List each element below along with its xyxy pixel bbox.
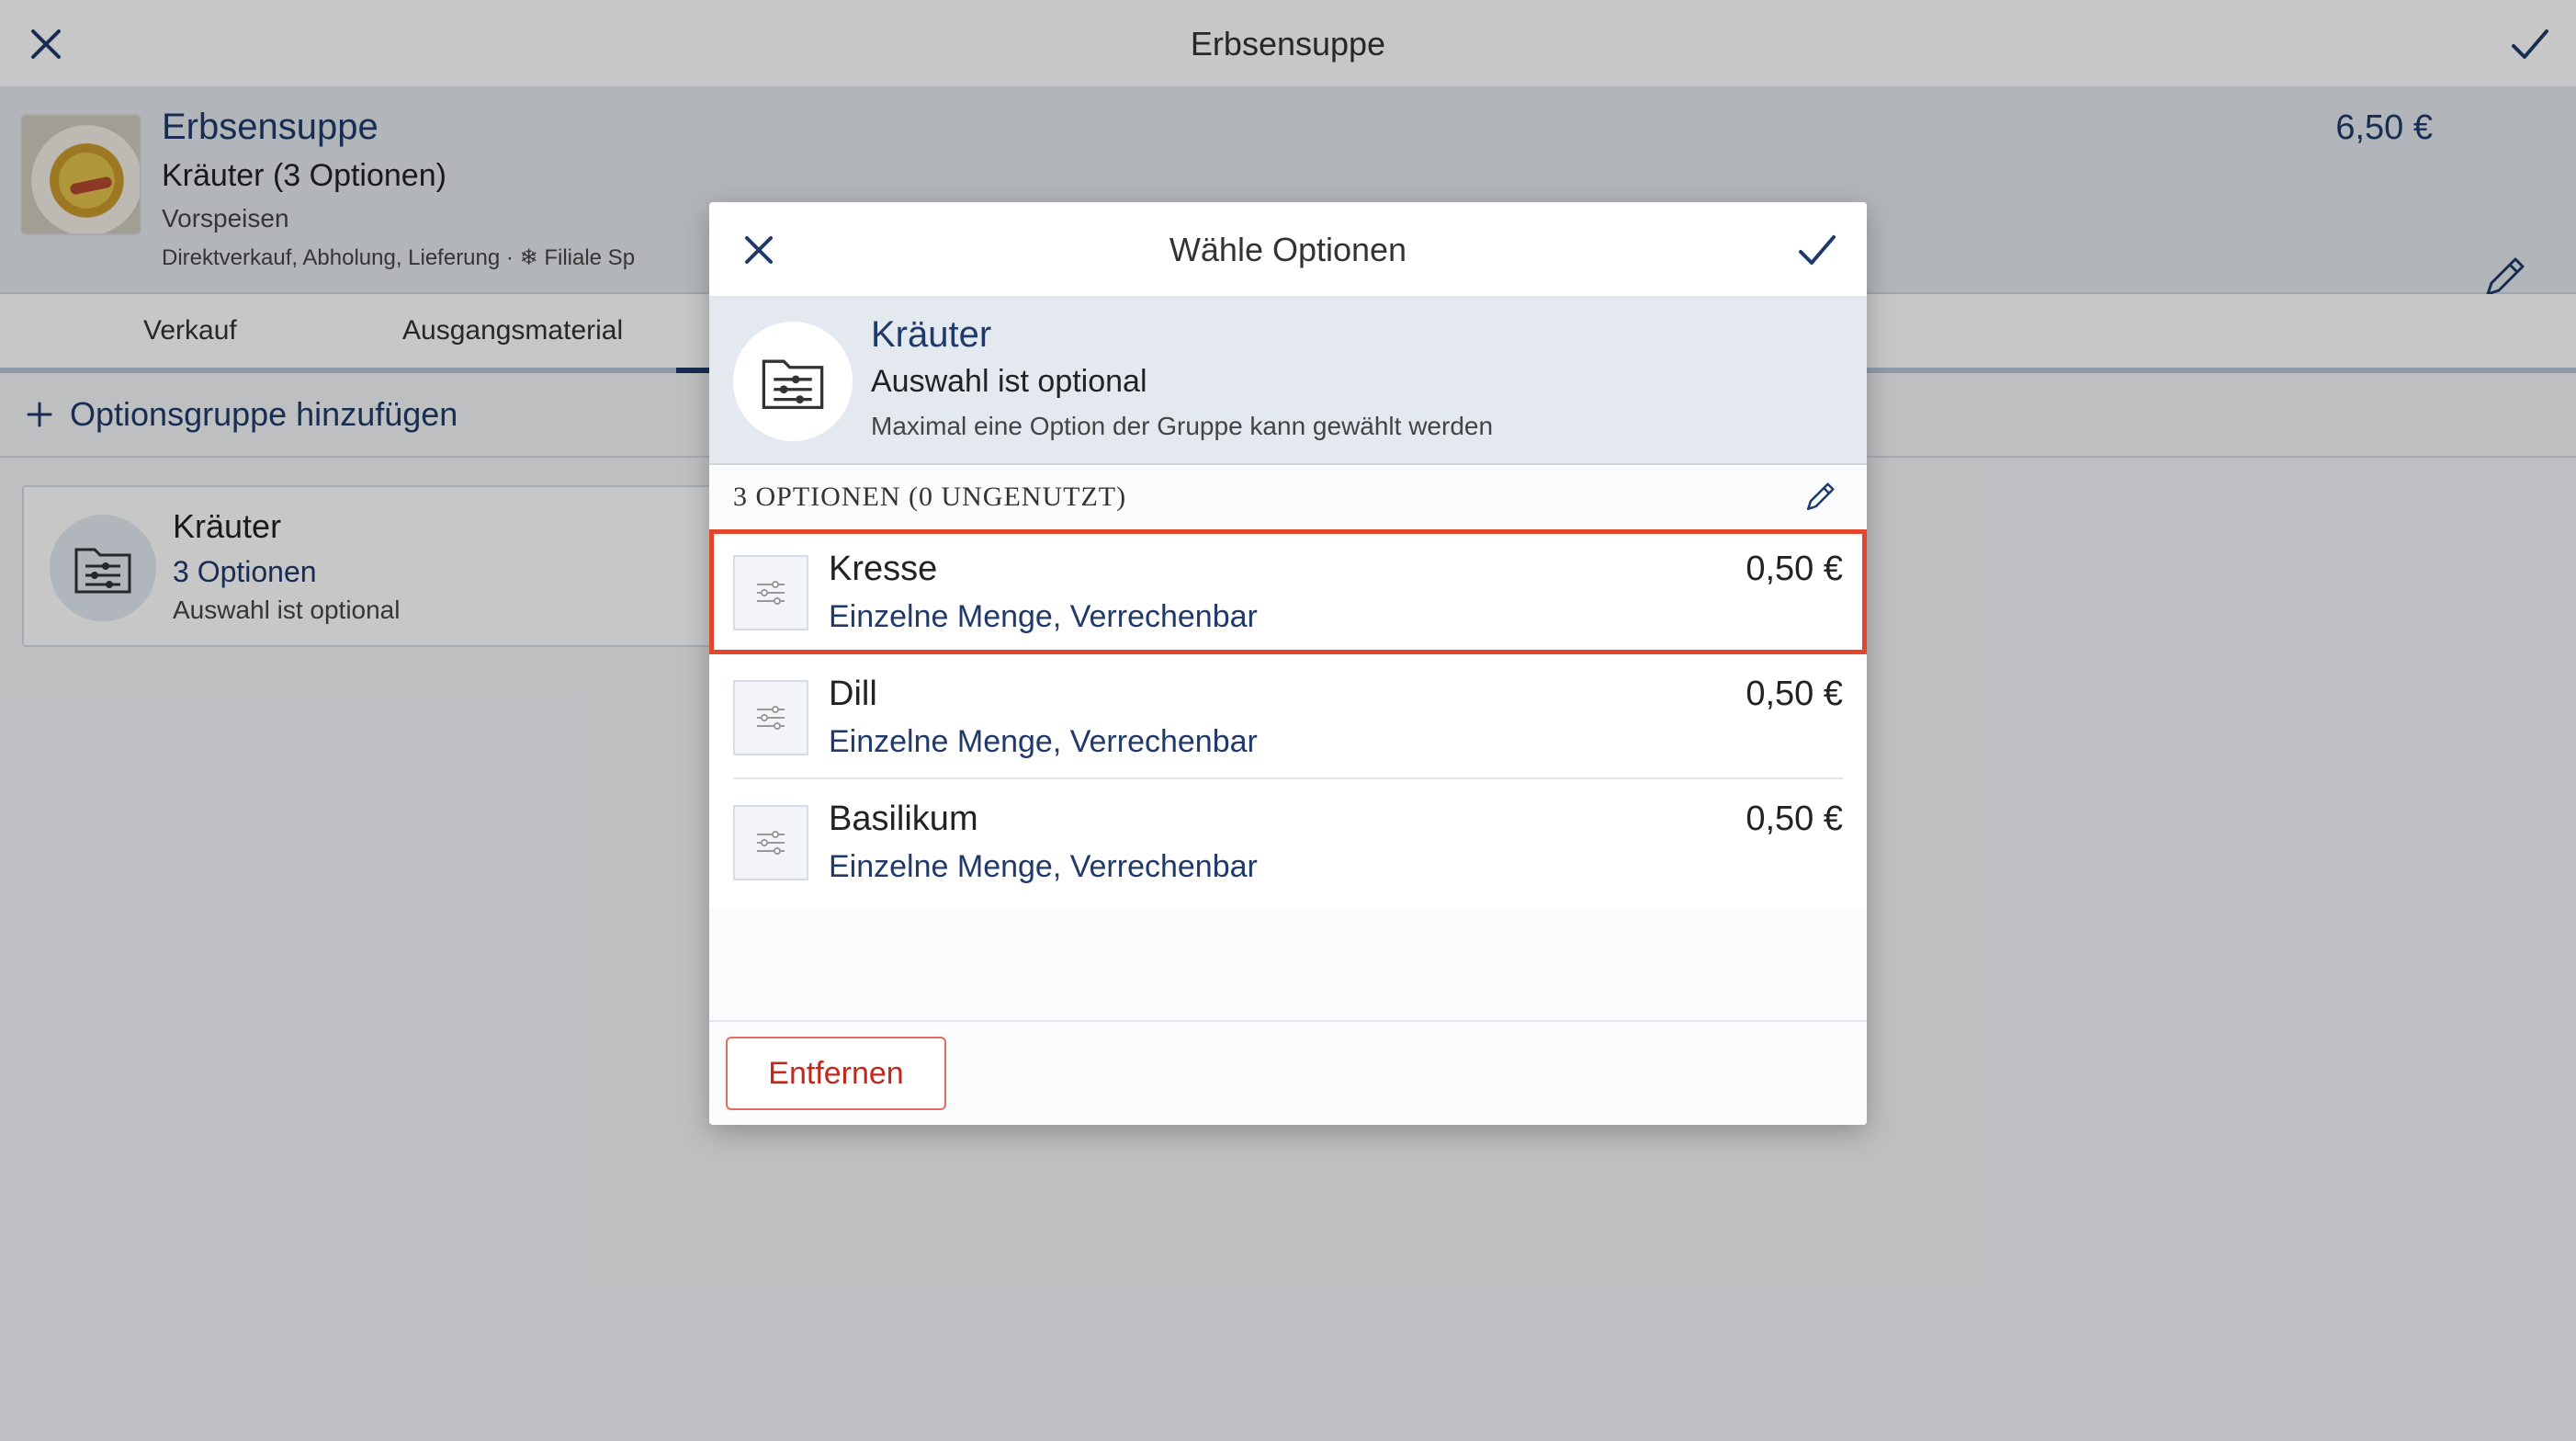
option-name: Dill [829, 675, 877, 713]
remove-button[interactable]: Entfernen [726, 1037, 946, 1110]
dialog-group-max: Maximal eine Option der Gruppe kann gewä… [871, 412, 1494, 440]
option-row-kresse[interactable]: Kresse Einzelne Menge, Verrechenbar 0,50… [709, 529, 1867, 654]
option-description: Einzelne Menge, Verrechenbar [829, 599, 1258, 634]
options-section-header: 3 OPTIONEN (0 UNGENUTZT) [709, 467, 1867, 528]
app: Erbsensuppe Erbsensuppe Kräuter (3 Optio… [0, 0, 2576, 1441]
dialog-group-info: Kräuter Auswahl ist optional Maximal ein… [709, 298, 1867, 465]
option-row-basilikum[interactable]: Basilikum Einzelne Menge, Verrechenbar 0… [709, 779, 1867, 904]
option-price: 0,50 € [1746, 800, 1843, 838]
option-price: 0,50 € [1746, 675, 1843, 713]
close-icon [745, 236, 773, 264]
option-row-dill[interactable]: Dill Einzelne Menge, Verrechenbar 0,50 € [709, 654, 1867, 779]
edit-options-button[interactable] [1790, 467, 1850, 528]
dialog-group-name: Kräuter [871, 314, 992, 355]
choose-options-dialog: Wähle Optionen Kräuter Auswahl ist optio… [709, 202, 1867, 1125]
dialog-confirm-button[interactable] [1780, 213, 1854, 287]
dialog-footer: Entfernen [709, 1020, 1867, 1125]
option-name: Basilikum [829, 800, 978, 838]
option-description: Einzelne Menge, Verrechenbar [829, 849, 1258, 884]
option-price: 0,50 € [1746, 550, 1843, 588]
pencil-icon [1806, 482, 1835, 511]
sliders-icon [733, 555, 808, 630]
sliders-icon [733, 805, 808, 880]
sliders-icon [733, 680, 808, 755]
dialog-empty-area [709, 908, 1867, 1024]
option-name: Kresse [829, 550, 938, 588]
dialog-close-button[interactable] [722, 213, 796, 287]
dialog-header: Wähle Optionen [709, 202, 1867, 298]
option-description: Einzelne Menge, Verrechenbar [829, 724, 1258, 759]
options-folder-icon [733, 322, 853, 441]
dialog-title: Wähle Optionen [1169, 231, 1407, 268]
options-section-label: 3 OPTIONEN (0 UNGENUTZT) [733, 482, 1127, 512]
dialog-group-optional: Auswahl ist optional [871, 364, 1147, 399]
check-icon [1799, 235, 1836, 265]
